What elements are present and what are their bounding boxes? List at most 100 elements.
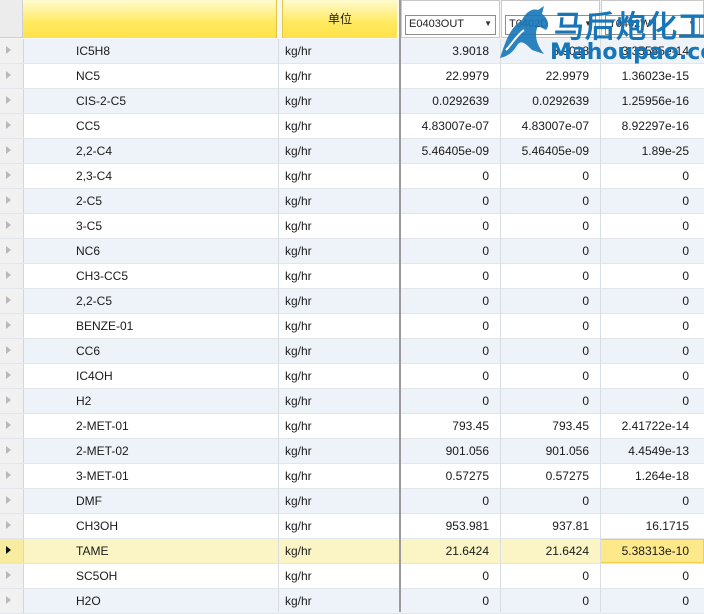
value-cell-stream-3[interactable]: 0 [597,264,689,288]
value-cell-stream-1[interactable]: 0 [397,314,489,338]
table-row[interactable]: 2-C5 kg/hr 0 0 0 [0,189,704,214]
value-cell-stream-2[interactable]: 0 [497,314,589,338]
value-cell-stream-3[interactable]: 0 [597,189,689,213]
value-cell-stream-3[interactable]: 0 [597,589,689,613]
value-cell-stream-2[interactable]: 0 [497,389,589,413]
corner-cell[interactable] [0,0,23,38]
component-column-header[interactable] [23,0,277,38]
table-row[interactable]: CH3-CC5 kg/hr 0 0 0 [0,264,704,289]
row-header[interactable] [0,539,24,563]
value-cell-stream-3[interactable]: 8.92297e-16 [597,114,689,138]
row-header[interactable] [0,514,24,538]
value-cell-stream-3[interactable]: 2.41722e-14 [597,414,689,438]
value-cell-stream-2[interactable]: 0 [497,164,589,188]
row-header[interactable] [0,239,24,263]
value-cell-stream-1[interactable]: 0 [397,489,489,513]
value-cell-stream-1[interactable]: 0 [397,564,489,588]
value-cell-stream-1[interactable]: 0 [397,239,489,263]
table-row[interactable]: H2O kg/hr 0 0 0 [0,589,704,614]
value-cell-stream-1[interactable]: 21.6424 [397,539,489,563]
stream-select-2[interactable]: T0402D ▼ [505,15,596,35]
table-row[interactable]: CH3OH kg/hr 953.981 937.81 16.1715 [0,514,704,539]
row-header[interactable] [0,139,24,163]
table-row[interactable]: 3-MET-01 kg/hr 0.57275 0.57275 1.264e-18 [0,464,704,489]
value-cell-stream-2[interactable]: 4.83007e-07 [497,114,589,138]
table-row[interactable]: DMF kg/hr 0 0 0 [0,489,704,514]
value-cell-stream-3[interactable]: 0 [597,214,689,238]
row-header[interactable] [0,489,24,513]
row-header[interactable] [0,114,24,138]
table-row[interactable]: NC5 kg/hr 22.9979 22.9979 1.36023e-15 [0,64,704,89]
value-cell-stream-3[interactable]: 0 [597,364,689,388]
table-row[interactable]: 3-C5 kg/hr 0 0 0 [0,214,704,239]
value-cell-stream-3[interactable]: 5.38313e-10 [597,539,689,563]
value-cell-stream-1[interactable]: 901.056 [397,439,489,463]
value-cell-stream-3[interactable]: 0 [597,339,689,363]
value-cell-stream-3[interactable]: 1.36023e-15 [597,64,689,88]
value-cell-stream-3[interactable]: 16.1715 [597,514,689,538]
value-cell-stream-2[interactable]: 0 [497,189,589,213]
value-cell-stream-1[interactable]: 3.9018 [397,39,489,63]
value-cell-stream-3[interactable]: 0 [597,289,689,313]
value-cell-stream-2[interactable]: 5.46405e-09 [497,139,589,163]
value-cell-stream-1[interactable]: 0 [397,389,489,413]
row-header[interactable] [0,339,24,363]
value-cell-stream-1[interactable]: 0 [397,214,489,238]
value-cell-stream-2[interactable]: 3.9018 [497,39,589,63]
row-header[interactable] [0,314,24,338]
value-cell-stream-1[interactable]: 793.45 [397,414,489,438]
value-cell-stream-3[interactable]: 0 [597,564,689,588]
stream-select-1[interactable]: E0403OUT ▼ [405,15,496,35]
value-cell-stream-2[interactable]: 0 [497,239,589,263]
value-cell-stream-3[interactable]: 4.4549e-13 [597,439,689,463]
value-cell-stream-2[interactable]: 0 [497,289,589,313]
value-cell-stream-3[interactable]: 0 [597,164,689,188]
table-row[interactable]: TAME kg/hr 21.6424 21.6424 5.38313e-10 [0,539,704,564]
row-header[interactable] [0,289,24,313]
row-header[interactable] [0,589,24,613]
value-cell-stream-1[interactable]: 953.981 [397,514,489,538]
value-cell-stream-2[interactable]: 0 [497,264,589,288]
stream-select-3[interactable]: T0402W ▼ [605,15,700,35]
table-row[interactable]: 2-MET-02 kg/hr 901.056 901.056 4.4549e-13 [0,439,704,464]
value-cell-stream-3[interactable]: 0 [597,389,689,413]
value-cell-stream-3[interactable]: 3.35565e-14 [597,39,689,63]
value-cell-stream-3[interactable]: 0 [597,239,689,263]
value-cell-stream-2[interactable]: 937.81 [497,514,589,538]
value-cell-stream-3[interactable]: 1.264e-18 [597,464,689,488]
table-row[interactable]: 2,2-C4 kg/hr 5.46405e-09 5.46405e-09 1.89e-2… [0,139,704,164]
table-row[interactable]: 2,2-C5 kg/hr 0 0 0 [0,289,704,314]
value-cell-stream-1[interactable]: 0 [397,289,489,313]
value-cell-stream-2[interactable]: 0 [497,589,589,613]
value-cell-stream-2[interactable]: 0 [497,564,589,588]
row-header[interactable] [0,189,24,213]
row-header[interactable] [0,89,24,113]
value-cell-stream-3[interactable]: 0 [597,489,689,513]
table-row[interactable]: CIS-2-C5 kg/hr 0.0292639 0.0292639 1.25956e-… [0,89,704,114]
value-cell-stream-2[interactable]: 22.9979 [497,64,589,88]
row-header[interactable] [0,214,24,238]
row-header[interactable] [0,164,24,188]
row-header[interactable] [0,39,24,63]
value-cell-stream-2[interactable]: 0 [497,364,589,388]
value-cell-stream-3[interactable]: 0 [597,314,689,338]
value-cell-stream-2[interactable]: 0.57275 [497,464,589,488]
unit-column-header[interactable]: 单位 [282,0,397,38]
value-cell-stream-3[interactable]: 1.25956e-16 [597,89,689,113]
table-row[interactable]: 2,3-C4 kg/hr 0 0 0 [0,164,704,189]
table-row[interactable]: CC6 kg/hr 0 0 0 [0,339,704,364]
row-header[interactable] [0,64,24,88]
row-header[interactable] [0,564,24,588]
value-cell-stream-1[interactable]: 0 [397,364,489,388]
value-cell-stream-2[interactable]: 0.0292639 [497,89,589,113]
value-cell-stream-2[interactable]: 793.45 [497,414,589,438]
value-cell-stream-1[interactable]: 5.46405e-09 [397,139,489,163]
value-cell-stream-1[interactable]: 0 [397,339,489,363]
table-row[interactable]: NC6 kg/hr 0 0 0 [0,239,704,264]
row-header[interactable] [0,464,24,488]
frozen-column-splitter[interactable] [399,0,401,612]
value-cell-stream-2[interactable]: 21.6424 [497,539,589,563]
value-cell-stream-1[interactable]: 0 [397,189,489,213]
value-cell-stream-2[interactable]: 0 [497,489,589,513]
value-cell-stream-2[interactable]: 0 [497,339,589,363]
